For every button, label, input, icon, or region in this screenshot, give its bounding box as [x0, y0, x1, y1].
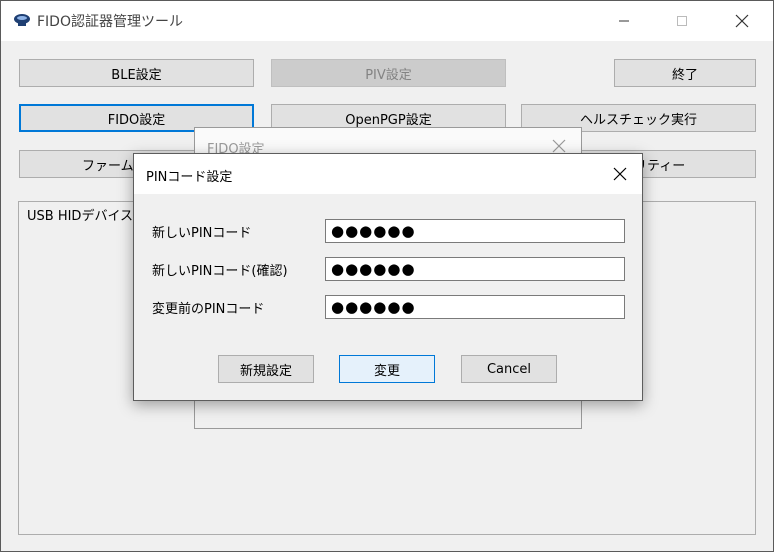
new-pin-label: 新しいPINコード: [152, 226, 252, 241]
ble-settings-button[interactable]: BLE設定: [19, 59, 254, 87]
app-icon: [13, 13, 31, 27]
minimize-button[interactable]: [595, 1, 653, 41]
old-pin-input[interactable]: ●●●●●●: [325, 295, 625, 319]
maximize-icon: [677, 16, 687, 26]
pin-dialog-close-button[interactable]: [606, 160, 634, 188]
title-bar: FIDO認証器管理ツール: [1, 1, 773, 41]
change-button[interactable]: 変更: [339, 355, 435, 383]
minimize-icon: [619, 20, 629, 22]
new-setting-button[interactable]: 新規設定: [218, 355, 314, 383]
close-icon: [735, 14, 749, 28]
piv-settings-button[interactable]: PIV設定: [271, 59, 506, 87]
maximize-button[interactable]: [653, 1, 711, 41]
confirm-pin-label: 新しいPINコード(確認): [152, 264, 288, 279]
new-pin-input[interactable]: ●●●●●●: [325, 219, 625, 243]
group-label: USB HIDデバイス: [27, 205, 134, 224]
pin-code-dialog: PINコード設定 新しいPINコード ●●●●●● 新しいPINコード(確認) …: [133, 153, 643, 401]
close-icon: [613, 167, 627, 181]
window-title: FIDO認証器管理ツール: [37, 14, 183, 30]
old-pin-label: 変更前のPINコード: [152, 302, 265, 317]
pin-dialog-title: PINコード設定: [146, 170, 233, 185]
confirm-pin-input[interactable]: ●●●●●●: [325, 257, 625, 281]
main-window: FIDO認証器管理ツール BLE設定 PIV設定 終了 FIDO設定 OpenP…: [0, 0, 774, 552]
pin-dialog-title-bar: PINコード設定: [134, 154, 642, 194]
cancel-button[interactable]: Cancel: [461, 355, 557, 383]
close-icon: [552, 139, 566, 153]
close-button[interactable]: [713, 1, 771, 41]
exit-button[interactable]: 終了: [614, 59, 756, 87]
